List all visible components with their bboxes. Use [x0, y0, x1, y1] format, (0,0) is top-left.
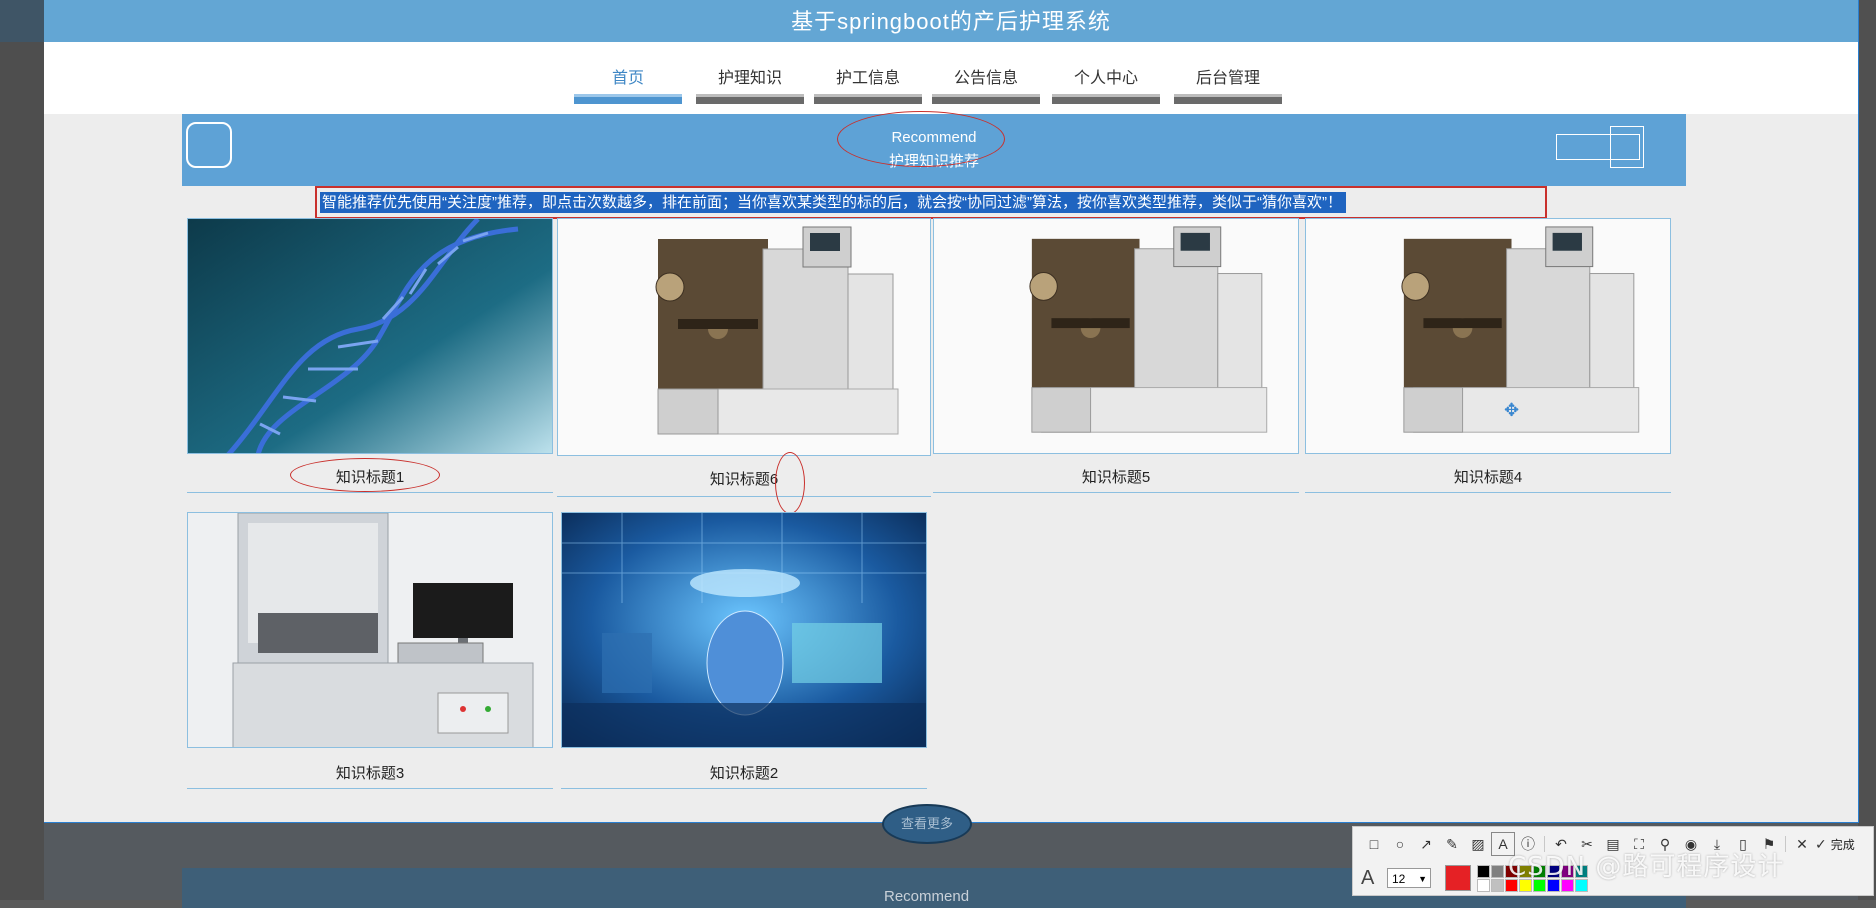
color-swatch[interactable] — [1491, 864, 1504, 878]
nav-underline — [932, 94, 1040, 104]
font-icon: A — [1361, 866, 1375, 889]
captured-window: 基于springboot的产后护理系统 首页 护理知识 护工信息 公告信息 个人… — [44, 0, 1859, 823]
done-label: 完成 — [1830, 837, 1855, 852]
color-swatch[interactable] — [1477, 864, 1490, 878]
current-color-swatch[interactable] — [1445, 865, 1471, 891]
knowledge-card[interactable]: 知识标题3 — [187, 512, 553, 790]
packaging-machine-illustration — [558, 219, 930, 455]
card-title[interactable]: 知识标题4 — [1305, 466, 1671, 487]
recommend-tip: 智能推荐优先使用“关注度”推荐，即点击次数越多，排在前面；当你喜欢某类型的标的后… — [320, 192, 1346, 213]
nav-label: 护工信息 — [835, 70, 900, 87]
card-image-dna[interactable] — [187, 218, 553, 454]
site-header: 基于springboot的产后护理系统 — [44, 0, 1858, 42]
card-image-machine[interactable] — [1305, 218, 1671, 454]
move-cursor-icon: ✥ — [1504, 400, 1520, 420]
card-divider — [557, 496, 931, 497]
card-image-test-station[interactable] — [187, 512, 553, 748]
nav-item-home[interactable]: 首页 — [574, 58, 682, 104]
card-image-machine[interactable] — [933, 218, 1299, 454]
test-station-illustration — [188, 513, 552, 747]
nav-underline — [1052, 94, 1160, 104]
knowledge-card[interactable]: 知识标题6 — [557, 218, 931, 498]
nav-item-admin[interactable]: 后台管理 — [1174, 58, 1282, 104]
nav-label: 首页 — [611, 70, 644, 87]
view-more-button[interactable]: 查看更多 — [882, 804, 972, 844]
nav-label: 公告信息 — [953, 70, 1018, 87]
nav-underline — [814, 94, 922, 104]
nav-underline — [574, 94, 682, 104]
toolbar-divider — [1785, 836, 1786, 852]
packaging-machine-illustration — [1306, 219, 1670, 453]
card-image-machine[interactable] — [557, 218, 931, 456]
card-divider — [933, 492, 1299, 493]
nav-item-announcements[interactable]: 公告信息 — [932, 58, 1040, 104]
pen-tool-icon[interactable]: ✎ — [1439, 833, 1465, 855]
dna-helix-illustration — [188, 219, 552, 453]
banner-title-en: Recommend — [891, 129, 977, 146]
card-image-exhibition-hall[interactable] — [561, 512, 927, 748]
nav-item-caregiver-info[interactable]: 护工信息 — [814, 58, 922, 104]
color-swatch[interactable] — [1477, 878, 1490, 892]
site-title: 基于springboot的产后护理系统 — [791, 9, 1111, 34]
knowledge-card[interactable]: 知识标题5 — [933, 218, 1299, 494]
knowledge-card[interactable]: 知识标题1 — [187, 218, 553, 494]
nav-underline — [1174, 94, 1282, 104]
nav-underline — [696, 94, 804, 104]
rectangle-tool-icon[interactable]: □ — [1361, 833, 1387, 855]
card-title[interactable]: 知识标题2 — [561, 762, 927, 783]
nav-label: 后台管理 — [1195, 70, 1260, 87]
chevron-down-icon: ▼ — [1418, 874, 1427, 884]
next-section-title: Recommend — [884, 888, 970, 905]
nav-label: 护理知识 — [717, 70, 782, 87]
done-button[interactable]: ✓ 完成 — [1815, 833, 1855, 855]
dimmed-header-strip — [0, 0, 44, 42]
exhibition-hall-illustration — [562, 513, 926, 747]
knowledge-card[interactable]: 知识标题4 — [1305, 218, 1671, 494]
csdn-watermark: CSDN @路可程序设计 — [1508, 852, 1785, 882]
arrow-tool-icon[interactable]: ↗ — [1413, 833, 1439, 855]
card-title[interactable]: 知识标题1 — [187, 466, 553, 487]
nav-item-nursing-knowledge[interactable]: 护理知识 — [696, 58, 804, 104]
ellipse-tool-icon[interactable]: ○ — [1387, 833, 1413, 855]
packaging-machine-illustration — [934, 219, 1298, 453]
card-title[interactable]: 知识标题6 — [557, 468, 931, 489]
color-swatch[interactable] — [1491, 878, 1504, 892]
nav-item-personal-center[interactable]: 个人中心 — [1052, 58, 1160, 104]
dimmed-backdrop-left — [0, 0, 44, 900]
dimmed-scrollbar[interactable] — [1858, 0, 1876, 900]
recommend-banner: Recommend 护理知识推荐 — [182, 114, 1686, 186]
card-title[interactable]: 知识标题3 — [187, 762, 553, 783]
font-size-value: 12 — [1392, 872, 1406, 886]
banner-title-cn: 护理知识推荐 — [888, 153, 979, 170]
card-title[interactable]: 知识标题5 — [933, 466, 1299, 487]
font-size-select[interactable]: 12 ▼ — [1387, 868, 1431, 888]
card-divider — [187, 788, 553, 789]
mosaic-tool-icon[interactable]: ▨ — [1465, 833, 1491, 855]
card-divider — [1305, 492, 1671, 493]
close-icon[interactable]: ✕ — [1789, 833, 1815, 855]
check-icon: ✓ — [1815, 835, 1827, 852]
card-divider — [561, 788, 927, 789]
knowledge-card[interactable]: 知识标题2 — [561, 512, 927, 790]
card-divider — [187, 492, 553, 493]
nav-label: 个人中心 — [1073, 70, 1138, 87]
main-nav: 首页 护理知识 护工信息 公告信息 个人中心 后台管理 — [44, 58, 1858, 106]
